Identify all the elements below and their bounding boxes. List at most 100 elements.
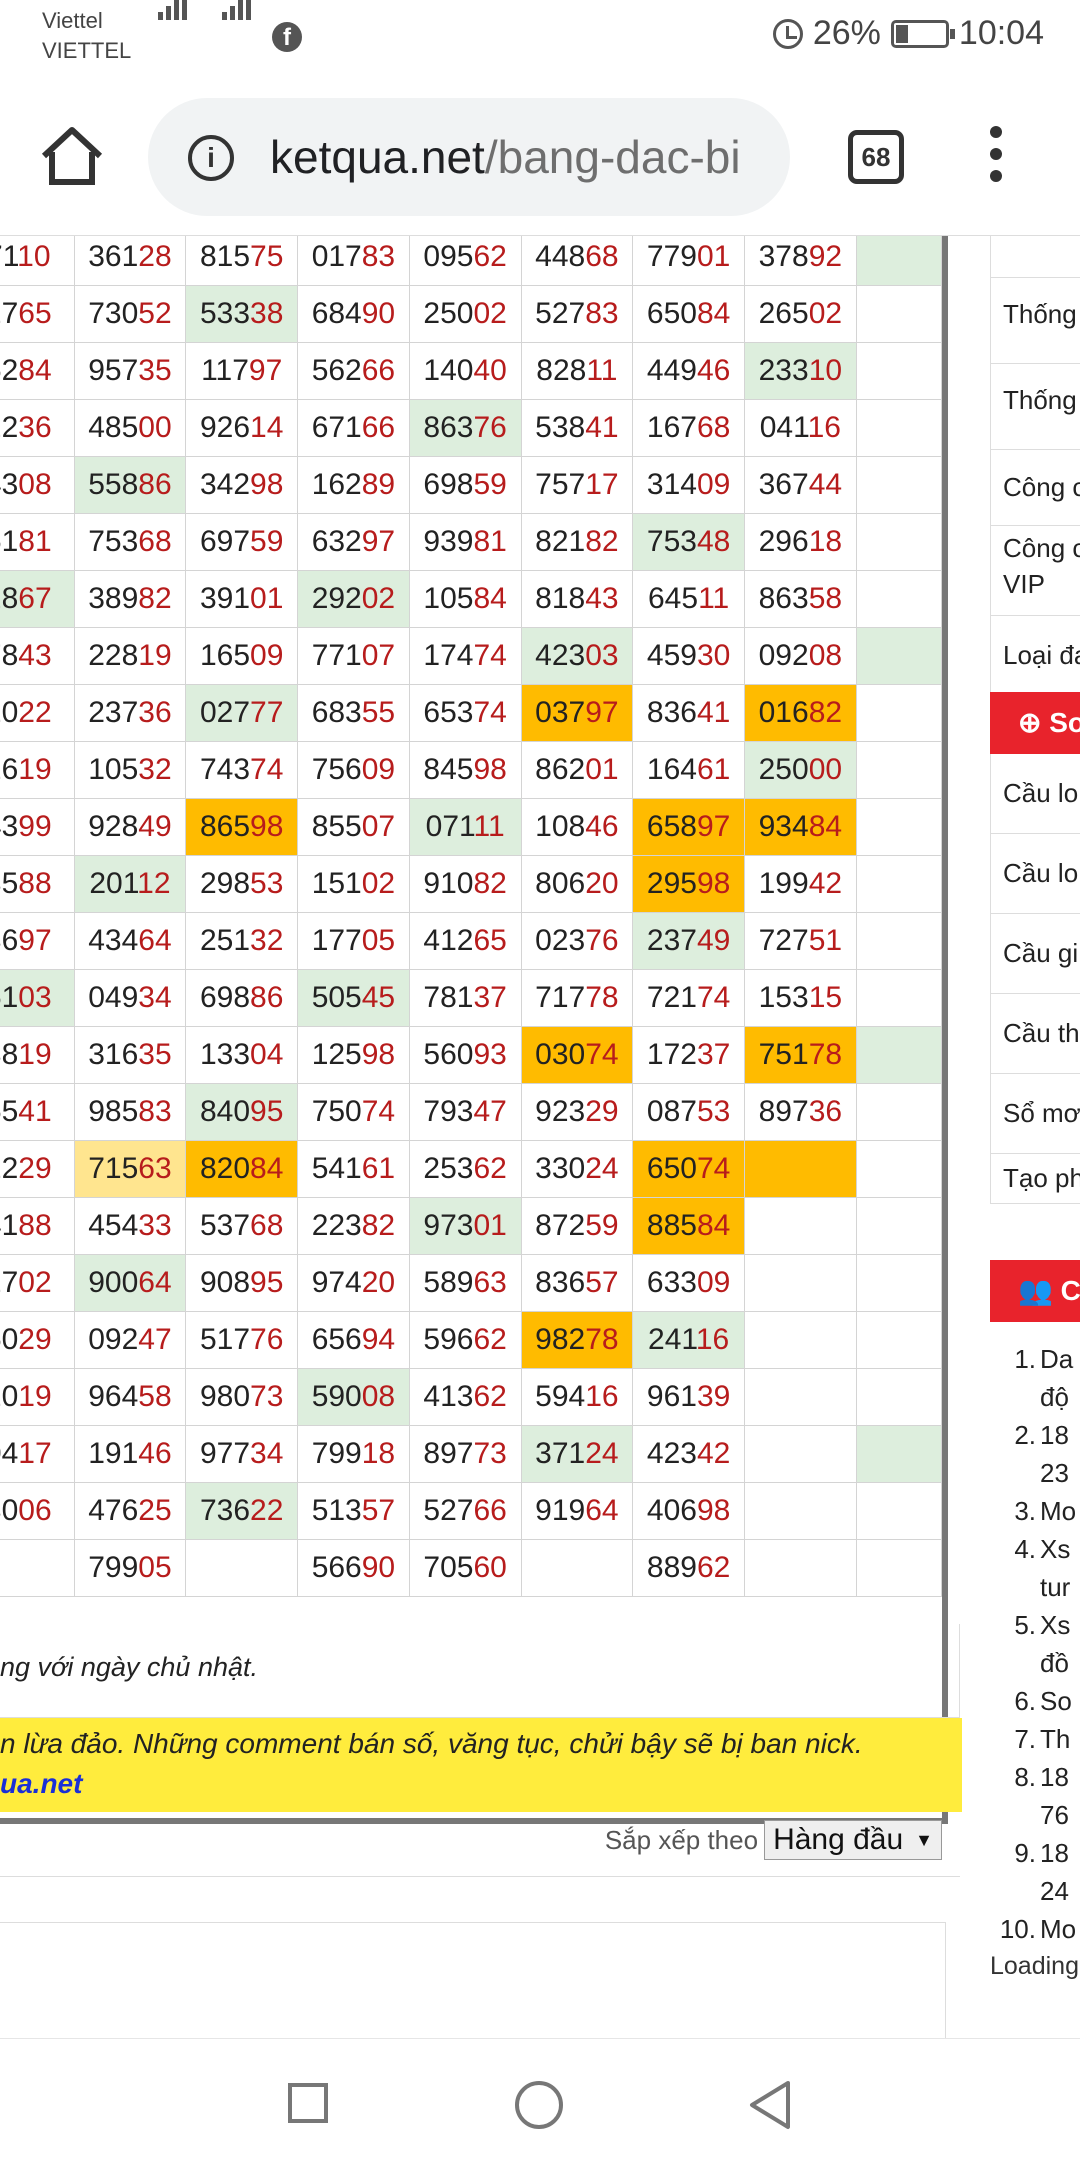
sidebar-tool-item[interactable]: Cầu th xyxy=(991,994,1080,1074)
sidebar-tool-item[interactable]: Tạo ph xyxy=(991,1154,1080,1204)
table-cell: 01783 xyxy=(297,236,410,286)
table-cell: 31635 xyxy=(73,1026,187,1084)
sort-select[interactable]: Hàng đầu ▼ xyxy=(764,1820,942,1860)
url-text[interactable]: ketqua.net/bang-dac-bi xyxy=(270,128,780,186)
recents-button[interactable] xyxy=(288,2083,328,2123)
ranked-list-item[interactable]: 7. Th xyxy=(990,1720,1080,1758)
table-cell: 92614 xyxy=(185,399,299,457)
table-cell: 77901 xyxy=(632,236,745,286)
ranked-list-item[interactable]: 8. 18 xyxy=(990,1758,1080,1796)
list-text: 18 xyxy=(1040,1838,1069,1868)
table-cell: 63297 xyxy=(297,513,410,571)
table-cell xyxy=(855,1539,943,1597)
table-cell: 69859 xyxy=(408,456,522,514)
table-cell: 92329 xyxy=(520,1083,634,1141)
home-icon[interactable] xyxy=(36,120,108,192)
table-cell: 82811 xyxy=(520,342,634,400)
table-cell: 81575 xyxy=(185,236,299,286)
table-cell: 88584 xyxy=(632,1197,745,1255)
table-cell: 25362 xyxy=(408,1140,522,1198)
table-cell xyxy=(855,1140,943,1198)
table-cell: 44946 xyxy=(632,342,745,400)
list-number: 8. xyxy=(1014,1762,1036,1792)
ranked-list-item[interactable]: 2. 18 xyxy=(990,1416,1080,1454)
ranked-list-item[interactable]: 10. Mo xyxy=(990,1910,1080,1948)
ranked-list-item[interactable]: 1. Da xyxy=(990,1340,1080,1378)
table-cell: 63309 xyxy=(632,1254,745,1312)
table-cell: 17705 xyxy=(297,912,410,970)
table-row: 102223736027776835565374037978364101682 xyxy=(0,684,943,742)
loading-text: Loading xyxy=(990,1952,1079,1980)
table-cell: 86598 xyxy=(185,798,299,856)
table-cell: 88962 xyxy=(632,1539,745,1597)
list-text: Xs xyxy=(1040,1610,1071,1640)
sidebar-tool-item[interactable]: Sổ mơ xyxy=(991,1074,1080,1154)
ranked-list-item-line2[interactable]: 23 xyxy=(990,1454,1080,1492)
back-button[interactable] xyxy=(748,2079,792,2131)
table-cell: 02777 xyxy=(185,684,299,742)
table-cell: 40698 xyxy=(632,1482,745,1540)
ranked-list-item[interactable]: 3. Mo xyxy=(990,1492,1080,1530)
home-button[interactable] xyxy=(515,2081,563,2129)
table-cell: 86376 xyxy=(408,399,522,457)
table-cell: 13304 xyxy=(185,1026,299,1084)
table-cell: 45930 xyxy=(632,627,745,685)
tab-switcher-button[interactable]: 68 xyxy=(848,130,904,184)
ranked-list-item-line2[interactable]: 24 xyxy=(990,1872,1080,1910)
url-bar[interactable]: i ketqua.net/bang-dac-bi xyxy=(148,98,790,216)
table-cell: 85507 xyxy=(297,798,410,856)
table-cell xyxy=(855,1482,943,1540)
sidebar-item[interactable]: Thống xyxy=(991,364,1080,450)
table-row: 439992849865988550707111108466589793484 xyxy=(0,798,943,856)
special-results-table: 7110361288157501783095624486877901378921… xyxy=(0,236,948,1824)
table-cell: 39101 xyxy=(185,570,299,628)
ranked-list-item-line2[interactable]: đồ xyxy=(990,1644,1080,1682)
table-cell: 59416 xyxy=(520,1368,634,1426)
sidebar-tool-item[interactable]: Cầu lo xyxy=(991,754,1080,834)
sidebar-item-partial[interactable] xyxy=(991,236,1080,278)
list-text: Mo xyxy=(1040,1496,1077,1526)
sidebar-tool-item[interactable]: Cầu lo xyxy=(991,834,1080,914)
table-cell: 58963 xyxy=(408,1254,522,1312)
sidebar-item[interactable]: Công c VIP xyxy=(991,526,1080,616)
ranked-list-item[interactable]: 4. Xs xyxy=(990,1530,1080,1568)
table-cell: 81843 xyxy=(520,570,634,628)
table-cell xyxy=(855,741,943,799)
table-cell: 97734 xyxy=(185,1425,299,1483)
table-cell: 59662 xyxy=(408,1311,522,1369)
table-cell: 82182 xyxy=(520,513,634,571)
carrier-label: Viettel VIETTEL xyxy=(42,6,131,66)
list-text: Da xyxy=(1040,1344,1074,1374)
table-cell: 17474 xyxy=(408,627,522,685)
ranked-list-item-line2[interactable]: 76 xyxy=(990,1796,1080,1834)
sidebar-item[interactable]: Công c xyxy=(991,450,1080,526)
table-cell xyxy=(743,1254,857,1312)
ranked-list-item[interactable]: 9. 18 xyxy=(990,1834,1080,1872)
table-cell: 64511 xyxy=(632,570,745,628)
table-cell: 79918 xyxy=(297,1425,410,1483)
table-cell: 97301 xyxy=(408,1197,522,1255)
ranked-list-item-line2[interactable]: độ xyxy=(990,1378,1080,1416)
ranked-list-item-line2[interactable]: tur xyxy=(990,1568,1080,1606)
table-cell: 42342 xyxy=(632,1425,745,1483)
sidebar-tool-item[interactable]: Cầu gi xyxy=(991,914,1080,994)
table-cell: 25132 xyxy=(185,912,299,970)
table-cell: 72174 xyxy=(632,969,745,1027)
table-cell: 84095 xyxy=(185,1083,299,1141)
list-number: 4. xyxy=(1014,1534,1036,1564)
table-cell: 55886 xyxy=(73,456,187,514)
table-cell: 02376 xyxy=(520,912,634,970)
comment-input-box[interactable] xyxy=(0,1922,946,2038)
list-number: 10. xyxy=(999,1914,1036,1944)
info-icon[interactable]: i xyxy=(188,135,234,181)
sidebar-item[interactable]: Thống xyxy=(991,278,1080,364)
table-cell: 23736 xyxy=(73,684,187,742)
more-menu-icon[interactable] xyxy=(984,126,1008,186)
clock: 10:04 xyxy=(958,14,1044,52)
table-row: 0417191469773479918897733712442342 xyxy=(0,1425,943,1483)
site-link[interactable]: ua.net xyxy=(0,1768,82,1800)
system-nav-bar xyxy=(0,2038,1080,2160)
ranked-list-item[interactable]: 6. So xyxy=(990,1682,1080,1720)
ranked-list-item[interactable]: 5. Xs xyxy=(990,1606,1080,1644)
sidebar-item[interactable]: Loại đa xyxy=(991,616,1080,696)
